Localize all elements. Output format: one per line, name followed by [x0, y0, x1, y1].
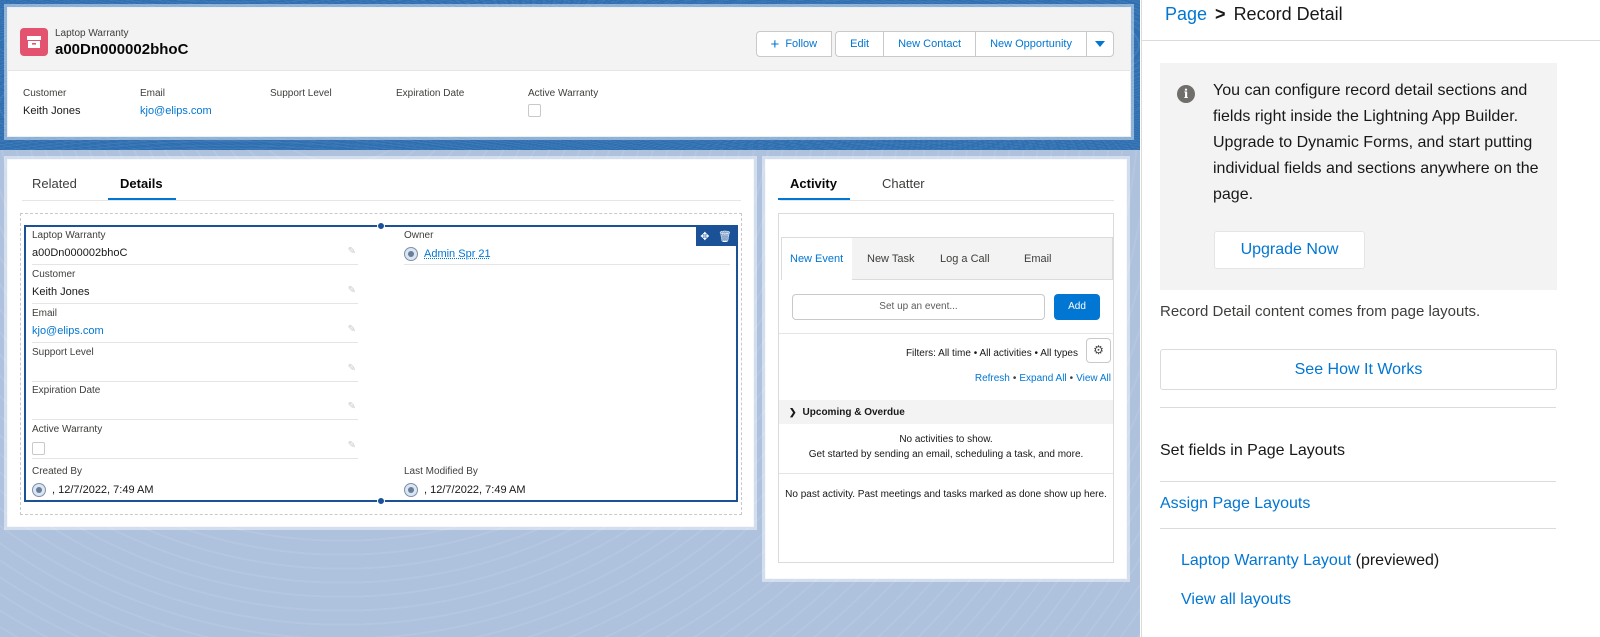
highlight-field-support-level: Support Level — [270, 88, 332, 99]
upcoming-overdue-section[interactable]: ❯ Upcoming & Overdue — [779, 400, 1113, 424]
upgrade-now-button[interactable]: Upgrade Now — [1214, 231, 1365, 269]
see-how-it-works-button[interactable]: See How It Works — [1160, 349, 1557, 390]
breadcrumb: Page > Record Detail — [1165, 4, 1343, 24]
detail-field-email: Email kjo@elips.com ✎ — [32, 305, 358, 343]
info-text: You can configure record detail sections… — [1213, 82, 1539, 203]
pencil-icon[interactable]: ✎ — [348, 440, 356, 451]
laptop-warranty-layout-link[interactable]: Laptop Warranty Layout — [1181, 552, 1351, 569]
info-icon: i — [1177, 85, 1195, 103]
pencil-icon[interactable]: ✎ — [348, 324, 356, 335]
dynamic-forms-info-box: i You can configure record detail sectio… — [1160, 63, 1557, 290]
layout-source-text: Record Detail content comes from page la… — [1160, 303, 1481, 320]
chevron-down-icon: ❯ — [789, 407, 797, 417]
activity-filters: Filters: All time • All activities • All… — [905, 348, 1078, 359]
laptop-warranty-object-icon — [20, 28, 48, 56]
resize-handle-bottom[interactable] — [377, 497, 385, 505]
email-link[interactable]: kjo@elips.com — [32, 325, 104, 337]
follow-button[interactable]: + Follow — [755, 31, 833, 57]
highlights-panel[interactable]: Laptop Warranty a00Dn000002bhoC + Follow… — [7, 7, 1131, 137]
tab-activity[interactable]: Activity — [790, 176, 837, 191]
builder-canvas: Laptop Warranty a00Dn000002bhoC + Follow… — [0, 0, 1140, 637]
highlights-header: Laptop Warranty a00Dn000002bhoC + Follow… — [8, 8, 1130, 71]
pencil-icon[interactable]: ✎ — [348, 401, 356, 412]
highlight-field-customer: Customer Keith Jones — [23, 88, 81, 117]
add-event-button[interactable]: Add — [1054, 294, 1100, 320]
more-actions-button[interactable] — [1086, 31, 1114, 57]
tab-email[interactable]: Email — [1024, 253, 1052, 265]
activity-panel[interactable]: Activity Chatter New Event New Task Log … — [765, 159, 1127, 579]
view-all-link[interactable]: View All — [1076, 373, 1111, 384]
pencil-icon[interactable]: ✎ — [348, 285, 356, 296]
refresh-link[interactable]: Refresh — [975, 373, 1010, 384]
expand-all-link[interactable]: Expand All — [1019, 373, 1066, 384]
resize-handle-top[interactable] — [377, 222, 385, 230]
detail-field-last-modified-by: Last Modified By , 12/7/2022, 7:49 AM — [404, 466, 526, 497]
detail-field-support-level: Support Level ✎ — [32, 344, 358, 382]
breadcrumb-current: Record Detail — [1233, 4, 1343, 24]
user-avatar-icon — [404, 483, 418, 497]
current-layout: Laptop Warranty Layout (previewed) — [1181, 552, 1440, 569]
assign-page-layouts-link[interactable]: Assign Page Layouts — [1160, 495, 1310, 513]
no-activities-text: No activities to show. Get started by se… — [808, 434, 1084, 460]
activity-composer-tabs: New Event New Task Log a Call Email — [781, 237, 1113, 281]
owner-link[interactable]: Admin Spr 21 — [424, 248, 491, 260]
detail-field-created-by: Created By , 12/7/2022, 7:49 AM — [32, 466, 154, 497]
tabs-divider — [22, 200, 741, 201]
highlight-field-expiration-date: Expiration Date — [396, 88, 465, 99]
tab-new-event[interactable]: New Event — [790, 253, 843, 265]
edit-button[interactable]: Edit — [835, 31, 885, 57]
detail-field-customer: Customer Keith Jones ✎ — [32, 266, 358, 304]
action-buttons: + Follow Edit New Contact New Opportunit… — [755, 31, 1114, 57]
object-type-label: Laptop Warranty — [55, 28, 129, 39]
event-input[interactable]: Set up an event... — [792, 294, 1045, 320]
new-opportunity-button[interactable]: New Opportunity — [975, 31, 1087, 57]
detail-field-expiration-date: Expiration Date ✎ — [32, 382, 358, 420]
record-tabs: Related Details — [8, 160, 753, 201]
tab-details[interactable]: Details — [120, 176, 163, 191]
user-avatar-icon — [32, 483, 46, 497]
detail-field-active-warranty: Active Warranty ✎ — [32, 421, 358, 459]
pencil-icon[interactable]: ✎ — [348, 363, 356, 374]
new-contact-button[interactable]: New Contact — [883, 31, 977, 57]
activity-timeline: New Event New Task Log a Call Email Set … — [778, 213, 1114, 563]
pencil-icon[interactable]: ✎ — [348, 246, 356, 257]
active-warranty-checkbox — [32, 442, 45, 455]
breadcrumb-page-link[interactable]: Page — [1165, 4, 1207, 24]
user-avatar-icon — [404, 247, 418, 261]
tab-chatter[interactable]: Chatter — [882, 176, 925, 191]
tab-related[interactable]: Related — [32, 176, 77, 191]
record-detail-component[interactable]: ✥ 🗑 Laptop Warranty a00Dn000002bhoC ✎ Cu… — [24, 222, 738, 505]
properties-panel: Page > Record Detail i You can configure r… — [1141, 0, 1600, 637]
tab-new-task[interactable]: New Task — [867, 253, 914, 265]
active-warranty-checkbox — [528, 104, 541, 117]
tabs-divider — [780, 200, 1114, 201]
record-tabs-panel[interactable]: Related Details ✥ 🗑 Laptop Warranty a00D… — [7, 159, 754, 527]
view-all-layouts-link[interactable]: View all layouts — [1181, 591, 1291, 609]
no-past-activity-text: No past activity. Past meetings and task… — [785, 489, 1107, 500]
gear-icon[interactable]: ⚙ — [1086, 338, 1111, 363]
set-fields-heading: Set fields in Page Layouts — [1160, 442, 1346, 459]
activity-links: Refresh • Expand All • View All — [974, 373, 1111, 384]
tab-log-a-call[interactable]: Log a Call — [940, 253, 990, 265]
detail-field-owner: Owner Admin Spr 21 — [404, 227, 730, 265]
email-link[interactable]: kjo@elips.com — [140, 105, 212, 117]
chevron-down-icon — [1095, 41, 1105, 47]
detail-field-laptop-warranty: Laptop Warranty a00Dn000002bhoC ✎ — [32, 227, 358, 265]
activity-tabs: Activity Chatter — [766, 160, 1126, 201]
highlight-field-email: Email kjo@elips.com — [140, 88, 212, 117]
highlight-field-active-warranty: Active Warranty — [528, 88, 598, 117]
record-name: a00Dn000002bhoC — [55, 41, 189, 58]
plus-icon: + — [770, 35, 780, 53]
